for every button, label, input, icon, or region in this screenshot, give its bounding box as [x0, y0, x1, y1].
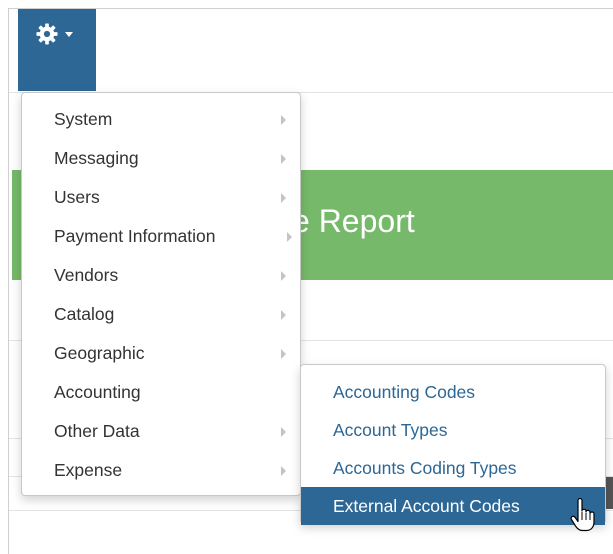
chevron-right-icon — [281, 427, 286, 437]
menu-item-label: Payment Information — [54, 226, 216, 246]
chevron-right-icon — [281, 154, 286, 164]
submenu-item-accounts-coding-types[interactable]: Accounts Coding Types — [301, 449, 605, 487]
submenu-item-label: Accounting Codes — [333, 382, 476, 402]
chevron-right-icon — [281, 115, 286, 125]
caret-down-icon — [65, 32, 73, 37]
chevron-right-icon — [281, 349, 286, 359]
menu-item-label: Vendors — [54, 265, 119, 285]
menu-item-label: Geographic — [54, 343, 145, 363]
menu-item-messaging[interactable]: Messaging — [22, 139, 300, 178]
menu-item-payment-information[interactable]: Payment Information — [22, 217, 300, 256]
menu-item-catalog[interactable]: Catalog — [22, 295, 300, 334]
menu-item-label: Catalog — [54, 304, 115, 324]
menu-item-label: System — [54, 109, 113, 129]
menu-item-geographic[interactable]: Geographic — [22, 334, 300, 373]
submenu-item-external-account-codes[interactable]: External Account Codes — [301, 487, 605, 525]
submenu-item-account-types[interactable]: Account Types — [301, 411, 605, 449]
submenu-item-label: Account Types — [333, 420, 448, 440]
chevron-right-icon — [287, 232, 292, 242]
submenu-item-accounting-codes[interactable]: Accounting Codes — [301, 373, 605, 411]
settings-menu-button[interactable] — [18, 9, 96, 91]
menu-item-label: Accounting — [54, 382, 141, 402]
menu-item-expense[interactable]: Expense — [22, 451, 300, 490]
menu-item-accounting[interactable]: Accounting — [22, 373, 300, 412]
menu-item-label: Users — [54, 187, 100, 207]
chevron-right-icon — [281, 193, 286, 203]
chevron-right-icon — [281, 271, 286, 281]
submenu-item-label: External Account Codes — [333, 496, 520, 516]
hand-pointer-icon — [570, 497, 596, 532]
gear-icon — [36, 23, 58, 45]
menu-item-label: Messaging — [54, 148, 139, 168]
menu-item-other-data[interactable]: Other Data — [22, 412, 300, 451]
submenu-item-label: Accounts Coding Types — [333, 458, 517, 478]
menu-item-vendors[interactable]: Vendors — [22, 256, 300, 295]
settings-dropdown-menu: System Messaging Users Payment Informati… — [21, 92, 301, 496]
menu-item-system[interactable]: System — [22, 100, 300, 139]
menu-item-users[interactable]: Users — [22, 178, 300, 217]
chevron-right-icon — [281, 310, 286, 320]
menu-item-label: Other Data — [54, 421, 140, 441]
page-title: e Report — [292, 203, 415, 239]
menu-item-label: Expense — [54, 460, 123, 480]
chevron-right-icon — [281, 466, 286, 476]
accounting-submenu: Accounting Codes Account Types Accounts … — [300, 364, 606, 525]
